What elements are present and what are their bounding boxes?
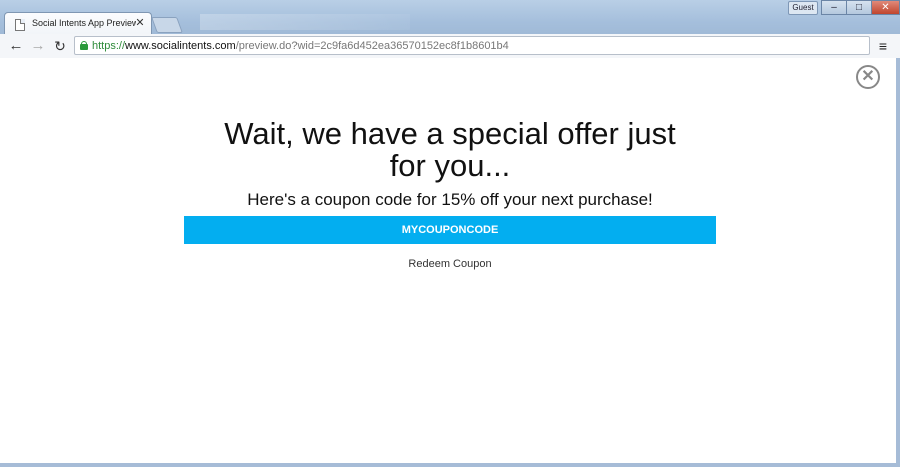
lock-icon bbox=[80, 41, 88, 50]
browser-toolbar: ← → ↻ https://www.socialintents.com/prev… bbox=[0, 34, 900, 59]
tab-close-icon[interactable]: ✕ bbox=[134, 17, 146, 29]
offer-title: Wait, we have a special offer just for y… bbox=[224, 116, 676, 183]
address-bar[interactable]: https://www.socialintents.com/preview.do… bbox=[74, 36, 870, 55]
window-frame-bottom bbox=[0, 463, 900, 467]
page-content: ✕ Wait, we have a special offer just for… bbox=[0, 58, 896, 463]
browser-menu-icon[interactable]: ≡ bbox=[874, 37, 892, 55]
coupon-code-bar[interactable]: MYCOUPONCODE bbox=[184, 216, 716, 244]
close-icon: ✕ bbox=[861, 68, 875, 85]
url-scheme: https:// bbox=[92, 40, 126, 52]
reload-button[interactable]: ↻ bbox=[51, 37, 69, 55]
offer-subtitle: Here's a coupon code for 15% off your ne… bbox=[247, 190, 653, 209]
forward-button[interactable]: → bbox=[29, 37, 47, 55]
browser-tab[interactable]: Social Intents App Preview ✕ bbox=[4, 12, 152, 36]
new-tab-button[interactable] bbox=[151, 17, 183, 33]
guest-profile-button[interactable]: Guest bbox=[788, 1, 818, 15]
background-window-decoration bbox=[200, 14, 410, 30]
back-button[interactable]: ← bbox=[7, 37, 25, 55]
window-close-button[interactable]: ✕ bbox=[871, 0, 900, 15]
tab-title: Social Intents App Preview bbox=[32, 18, 136, 28]
page-icon bbox=[15, 19, 25, 31]
url-text: https://www.socialintents.com/preview.do… bbox=[92, 39, 509, 53]
url-host: www.socialintents.com bbox=[125, 40, 236, 52]
url-path: /preview.do?wid=2c9fa6d452ea36570152ec8f… bbox=[235, 40, 509, 52]
minimize-button[interactable]: ‒ bbox=[821, 0, 847, 15]
popup-close-button[interactable]: ✕ bbox=[856, 65, 880, 89]
redeem-coupon-link[interactable]: Redeem Coupon bbox=[350, 257, 550, 271]
window-frame-right bbox=[896, 58, 900, 467]
window-titlebar: Social Intents App Preview ✕ Guest ‒ □ ✕ bbox=[0, 0, 900, 36]
maximize-button[interactable]: □ bbox=[846, 0, 872, 15]
